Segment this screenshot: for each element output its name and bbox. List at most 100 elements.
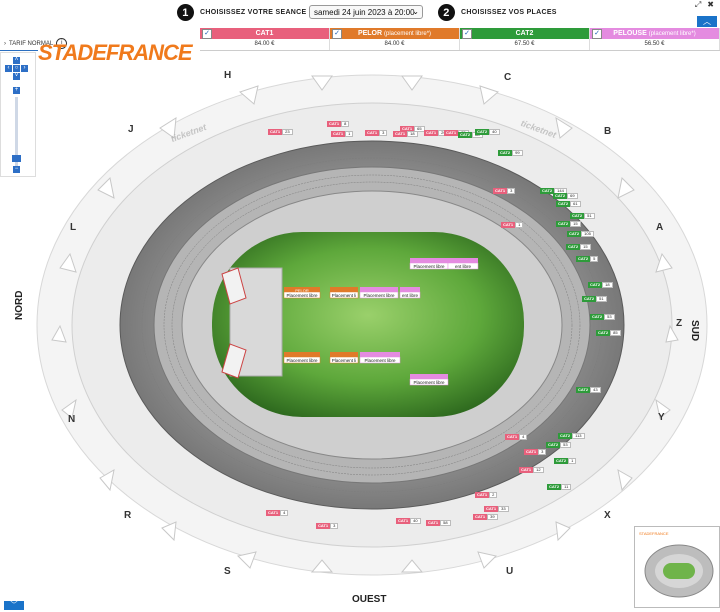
seat-tag[interactable]: CAT2 15 bbox=[556, 221, 581, 227]
seat-tag[interactable]: CAT1 23 bbox=[268, 129, 293, 135]
category-cat2-name: CAT2 bbox=[515, 30, 534, 37]
seat-tag[interactable]: CAT2 105 bbox=[567, 231, 594, 237]
minimap[interactable]: STADEFRANCE bbox=[634, 526, 720, 608]
seat-tag[interactable]: CAT2 51 bbox=[570, 213, 595, 219]
seat-tag[interactable]: CAT1 33 bbox=[484, 506, 509, 512]
seat-tag-count: 3 bbox=[379, 130, 388, 136]
gate-b: B bbox=[604, 126, 612, 137]
seat-tag-category: CAT2 bbox=[556, 221, 571, 227]
seat-tag-count: 40 bbox=[489, 129, 500, 135]
seat-tag[interactable]: CAT1 3 bbox=[493, 188, 516, 194]
seat-tag[interactable]: CAT1 3 bbox=[316, 523, 339, 529]
category-pelor[interactable]: PELOR (placement libre*) ✓ 84.00 € bbox=[330, 28, 460, 50]
seat-tag-category: CAT2 bbox=[588, 282, 603, 288]
seat-tag-category: CAT2 bbox=[546, 442, 561, 448]
gate-r: R bbox=[124, 510, 132, 521]
close-icon[interactable]: ✖ bbox=[707, 0, 714, 10]
field-zone-pelor-top-2[interactable]: Placement li bbox=[329, 287, 359, 299]
seat-tag[interactable]: CAT2 61 bbox=[556, 201, 581, 207]
seat-tag-category: CAT1 bbox=[327, 121, 342, 127]
seat-tag-category: CAT1 bbox=[331, 131, 346, 137]
collapse-button[interactable]: ︿ bbox=[697, 16, 717, 27]
step-2-number: 2 bbox=[438, 4, 455, 21]
direction-south: SUD bbox=[689, 320, 700, 342]
seat-tag-category: CAT2 bbox=[596, 330, 611, 336]
stadium-map[interactable]: PELOR Placement libre Placement li Place… bbox=[0, 50, 720, 600]
field-zone-pelor-top[interactable]: PELOR Placement libre bbox=[283, 287, 321, 299]
seat-tag-category: CAT1 bbox=[426, 520, 441, 526]
svg-text:ent libre: ent libre bbox=[402, 293, 419, 298]
seat-tag-count: 4 bbox=[519, 434, 528, 440]
category-cat1[interactable]: CAT1 ✓ 84.00 € bbox=[200, 28, 330, 50]
seat-tag-count: 53 bbox=[560, 442, 571, 448]
category-cat1-checkbox[interactable]: ✓ bbox=[202, 29, 212, 39]
seat-tag[interactable]: CAT2 5 bbox=[576, 256, 599, 262]
seat-tag[interactable]: CAT2 40 bbox=[475, 129, 500, 135]
seat-tag-category: CAT2 bbox=[590, 314, 605, 320]
seat-tag[interactable]: CAT2 1 bbox=[554, 458, 577, 464]
category-pelouse-checkbox[interactable]: ✓ bbox=[592, 29, 602, 39]
chevron-up-icon: ︿ bbox=[703, 17, 711, 26]
field-zone-pelouse-top[interactable]: Placement libre bbox=[359, 287, 399, 299]
seat-tag-category: CAT2 bbox=[475, 129, 490, 135]
seat-tag[interactable]: CAT1 12 bbox=[519, 467, 544, 473]
seat-tag[interactable]: CAT1 58 bbox=[426, 520, 451, 526]
chevron-down-icon: ﹀ bbox=[10, 602, 18, 609]
seat-tag[interactable]: CAT1 1 bbox=[331, 131, 354, 137]
seat-tag[interactable]: CAT2 15 bbox=[566, 244, 591, 250]
gate-h: H bbox=[224, 70, 232, 81]
category-cat2-checkbox[interactable]: ✓ bbox=[462, 29, 472, 39]
seat-tag-category: CAT2 bbox=[576, 256, 591, 262]
category-pelouse-sub: (placement libre*) bbox=[648, 31, 696, 37]
gate-c: C bbox=[504, 72, 512, 83]
seat-tag-category: CAT1 bbox=[501, 222, 516, 228]
step-2-label: CHOISISSEZ VOS PLACES bbox=[461, 9, 557, 16]
seat-tag-category: CAT1 bbox=[424, 130, 439, 136]
seat-tag-category: CAT2 bbox=[547, 484, 562, 490]
seat-tag[interactable]: CAT1 18 bbox=[393, 131, 418, 137]
seat-tag[interactable]: CAT1 2 bbox=[475, 492, 498, 498]
seat-tag[interactable]: CAT2 85 bbox=[596, 330, 621, 336]
seat-tag-count: 51 bbox=[596, 296, 607, 302]
seat-tag-category: CAT2 bbox=[558, 433, 573, 439]
seat-tag[interactable]: CAT1 3 bbox=[524, 449, 547, 455]
seat-tag[interactable]: CAT1 40 bbox=[396, 518, 421, 524]
seat-tag[interactable]: CAT1 4 bbox=[505, 434, 528, 440]
seat-tag[interactable]: CAT2 53 bbox=[546, 442, 571, 448]
seat-tag[interactable]: CAT2 51 bbox=[582, 296, 607, 302]
direction-west: OUEST bbox=[352, 594, 387, 605]
category-cat2[interactable]: CAT2 ✓ 67.50 € bbox=[460, 28, 590, 50]
expand-button[interactable]: ﹀ bbox=[4, 601, 24, 610]
category-pelor-header: PELOR (placement libre*) bbox=[330, 28, 459, 39]
seat-tag[interactable]: CAT1 1 bbox=[501, 222, 524, 228]
svg-text:Placement li: Placement li bbox=[332, 358, 357, 363]
gate-n: N bbox=[68, 414, 76, 425]
field-zone-pelouse-far[interactable]: Placement libre ent libre bbox=[409, 258, 479, 270]
session-select[interactable]: samedi 24 juin 2023 à 20:00 ⌄ bbox=[309, 5, 423, 19]
seat-tag-count: 51 bbox=[584, 213, 595, 219]
category-pelor-checkbox[interactable]: ✓ bbox=[332, 29, 342, 39]
gate-a: A bbox=[656, 222, 664, 233]
seat-tag-category: CAT2 bbox=[576, 387, 591, 393]
seat-tag[interactable]: CAT1 3 bbox=[365, 130, 388, 136]
session-select-value: samedi 24 juin 2023 à 20:00 bbox=[314, 7, 415, 17]
external-link-icon[interactable]: ⤢ bbox=[695, 0, 701, 10]
seat-tag[interactable]: CAT2 113 bbox=[558, 433, 585, 439]
seat-tag[interactable]: CAT2 18 bbox=[588, 282, 613, 288]
seat-tag[interactable]: CAT2 99 bbox=[498, 150, 523, 156]
seat-tag-category: CAT1 bbox=[396, 518, 411, 524]
seat-tag[interactable]: CAT2 11 bbox=[547, 484, 572, 490]
seat-tag[interactable]: CAT2 69 bbox=[553, 193, 578, 199]
seat-tag[interactable]: CAT2 43 bbox=[576, 387, 601, 393]
seat-tag[interactable]: CAT2 53 bbox=[590, 314, 615, 320]
seat-tag-count: 3 bbox=[507, 188, 516, 194]
seat-tag-category: CAT2 bbox=[556, 201, 571, 207]
category-cat2-price: 67.50 € bbox=[460, 39, 589, 50]
field-zone-pelouse-top-2[interactable]: ent libre bbox=[399, 287, 421, 299]
category-pelouse[interactable]: PELOUSE (placement libre*) ✓ 56.50 € bbox=[590, 28, 720, 50]
svg-text:Placement libre: Placement libre bbox=[413, 264, 445, 269]
seat-tag[interactable]: CAT1 4 bbox=[266, 510, 289, 516]
gate-y: Y bbox=[658, 412, 665, 423]
seat-tag[interactable]: CAT1 39 bbox=[473, 514, 498, 520]
seat-tag[interactable]: CAT1 8 bbox=[327, 121, 350, 127]
